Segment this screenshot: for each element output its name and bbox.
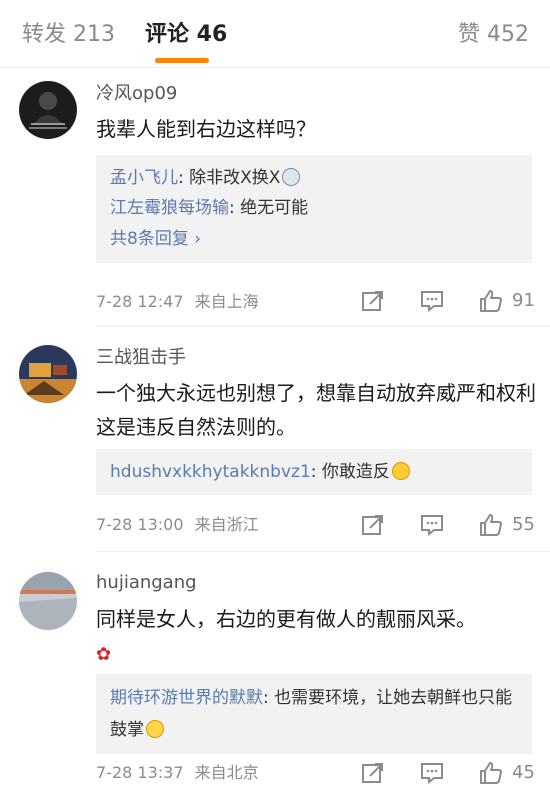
- more-replies-link[interactable]: 共8条回复 ›: [110, 223, 518, 255]
- like-icon[interactable]: [478, 288, 504, 314]
- reply-box[interactable]: 期待环游世界的默默: 也需要环境，让她去朝鲜也只能鼓掌: [96, 674, 532, 754]
- comment-actions: 45: [360, 760, 535, 786]
- comment-meta: 7-28 13:00 来自浙江: [96, 514, 259, 536]
- reply-box[interactable]: 孟小飞儿: 除非改X换X 江左霉狼每场输: 绝无可能 共8条回复 ›: [96, 155, 532, 263]
- comment-text: 一个独大永远也别想了，想靠自动放弃威严和权利这是违反自然法则的。: [96, 381, 536, 439]
- reply-username[interactable]: 江左霉狼每场输: [110, 198, 229, 218]
- reply-text: : 你敢造反: [310, 462, 390, 482]
- comment-source: 来自北京: [194, 763, 259, 782]
- username[interactable]: 冷风op09: [96, 82, 177, 106]
- avatar[interactable]: [19, 345, 77, 403]
- username[interactable]: 三战狙击手: [96, 346, 186, 370]
- repost-icon[interactable]: [360, 288, 386, 314]
- reply-text: : 除非改X换X: [178, 168, 281, 188]
- rose-icon: ✿: [96, 644, 112, 665]
- reply-text: : 绝无可能: [229, 198, 309, 218]
- reply-item: 孟小飞儿: 除非改X换X: [110, 163, 518, 193]
- comment-meta: 7-28 13:37 来自北京: [96, 762, 259, 784]
- reply-box[interactable]: hdushvxkkhytakknbvz1: 你敢造反: [96, 449, 532, 495]
- comment-icon[interactable]: [419, 760, 445, 786]
- reply-username[interactable]: 孟小飞儿: [110, 168, 178, 188]
- tab-comments[interactable]: 评论 46: [145, 20, 227, 50]
- tab-likes[interactable]: 赞 452: [458, 20, 529, 50]
- avatar[interactable]: [19, 81, 77, 139]
- comment-item: 三战狙击手 一个独大永远也别想了，想靠自动放弃威严和权利这是违反自然法则的。 h…: [0, 327, 550, 552]
- comment-source: 来自上海: [194, 292, 259, 311]
- comment-time: 7-28 12:47: [96, 292, 184, 311]
- comment-source: 来自浙江: [194, 515, 259, 534]
- username[interactable]: hujiangang: [96, 571, 197, 595]
- comment-text-content: 同样是女人，右边的更有做人的靓丽风采。: [96, 607, 476, 631]
- applause-face-emoji: [146, 720, 164, 738]
- repost-icon[interactable]: [360, 760, 386, 786]
- comment-item: 冷风op09 我辈人能到右边这样吗？ 孟小飞儿: 除非改X换X 江左霉狼每场输:…: [0, 69, 550, 327]
- like-count: 45: [512, 762, 535, 783]
- comment-icon[interactable]: [419, 512, 445, 538]
- like-icon[interactable]: [478, 512, 504, 538]
- reply-item: 江左霉狼每场输: 绝无可能: [110, 193, 518, 223]
- reply-item: hdushvxkkhytakknbvz1: 你敢造反: [110, 457, 518, 487]
- surprised-face-emoji: [282, 168, 301, 186]
- smiling-face-emoji: [391, 462, 410, 480]
- comment-icon[interactable]: [419, 288, 445, 314]
- avatar[interactable]: [19, 572, 77, 630]
- reply-item: 期待环游世界的默默: 也需要环境，让她去朝鲜也只能鼓掌: [110, 682, 518, 746]
- tab-reposts[interactable]: 转发 213: [22, 20, 115, 50]
- comment-actions: 91: [360, 288, 535, 314]
- like-icon[interactable]: [478, 760, 504, 786]
- comment-time: 7-28 13:00: [96, 515, 184, 534]
- comment-tabs: 转发 213 评论 46 赞 452: [0, 0, 550, 68]
- comment-text: 我辈人能到右边这样吗？: [96, 117, 316, 141]
- comment-time: 7-28 13:37: [96, 763, 184, 782]
- reply-username[interactable]: 期待环游世界的默默: [110, 688, 263, 708]
- like-count: 91: [512, 290, 535, 311]
- active-tab-indicator: [155, 58, 209, 63]
- comment-item: hujiangang 同样是女人，右边的更有做人的靓丽风采。 ✿ 期待环游世界的默…: [0, 552, 550, 800]
- reply-username[interactable]: hdushvxkkhytakknbvz1: [110, 462, 311, 482]
- repost-icon[interactable]: [360, 512, 386, 538]
- comment-actions: 55: [360, 512, 535, 538]
- comment-meta: 7-28 12:47 来自上海: [96, 291, 259, 313]
- like-count: 55: [512, 514, 535, 535]
- comment-text: 同样是女人，右边的更有做人的靓丽风采。 ✿: [96, 602, 536, 672]
